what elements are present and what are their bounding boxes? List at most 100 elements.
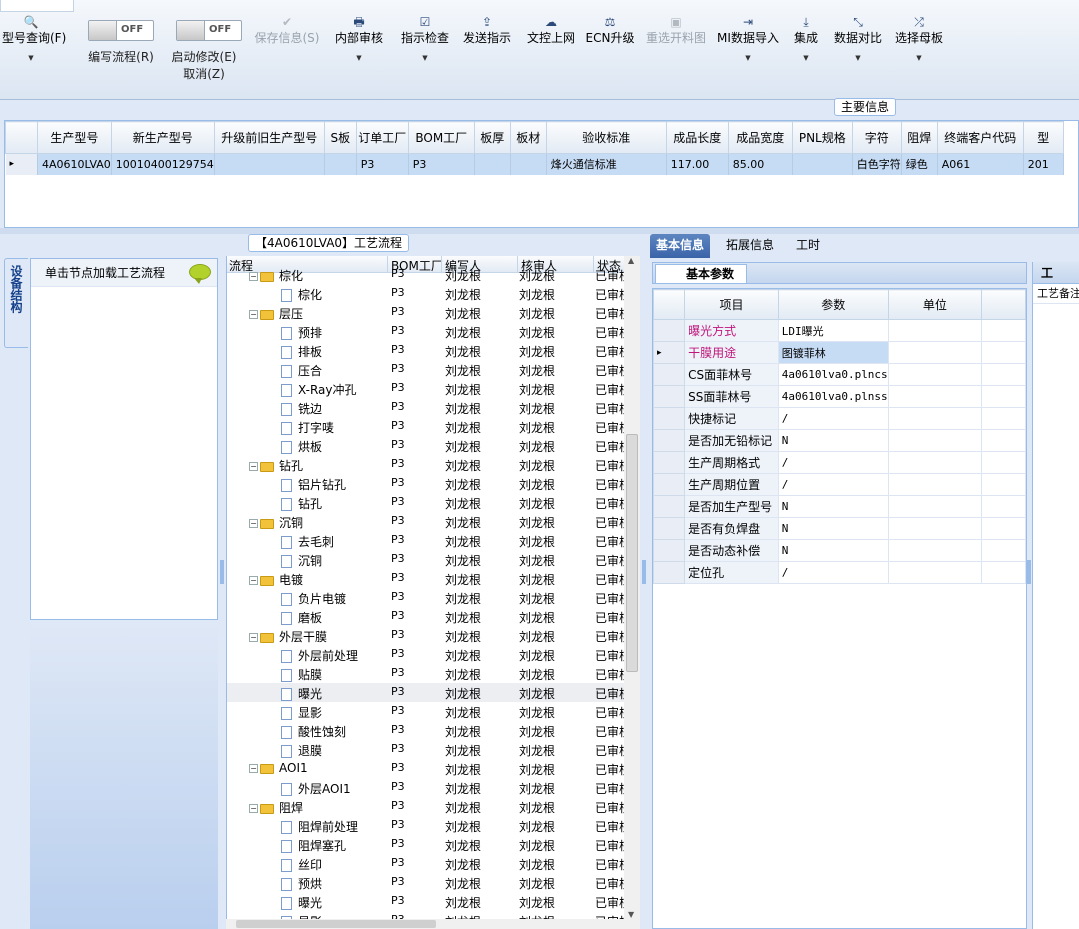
param-value[interactable]: /: [777, 561, 889, 584]
master-cell[interactable]: 绿色: [901, 153, 938, 175]
tree-row[interactable]: 负片电镀 P3 刘龙根 刘龙根 已审核: [227, 588, 624, 607]
instruction-check-button[interactable]: ☑ 指示检查 ▼: [396, 14, 454, 64]
collapse-icon[interactable]: −: [249, 576, 258, 585]
select-master-board-button[interactable]: ⤮ 选择母板 ▼: [891, 14, 947, 64]
tree-row[interactable]: 压合 P3 刘龙根 刘龙根 已审核: [227, 360, 624, 379]
master-col-header[interactable]: 板材: [509, 121, 547, 154]
param-value[interactable]: N: [777, 429, 889, 452]
param-unit[interactable]: [887, 363, 983, 386]
write-flow-toggle[interactable]: OFF: [88, 20, 154, 41]
master-cell[interactable]: 白色字符: [852, 153, 902, 175]
param-col-header[interactable]: 参数: [777, 289, 889, 320]
param-unit[interactable]: [887, 473, 983, 496]
tree-row[interactable]: 排板 P3 刘龙根 刘龙根 已审核: [227, 341, 624, 360]
master-col-header[interactable]: 升级前旧生产型号: [213, 121, 325, 154]
param-col-header[interactable]: 单位: [887, 289, 983, 320]
master-col-header[interactable]: 新生产型号: [110, 121, 215, 154]
tree-row[interactable]: 外层AOI1 P3 刘龙根 刘龙根 已审核: [227, 778, 624, 797]
scroll-down-icon[interactable]: ▼: [628, 910, 634, 919]
tree-row[interactable]: 预排 P3 刘龙根 刘龙根 已审核: [227, 322, 624, 341]
master-cell[interactable]: 4A0610LVA0: [37, 153, 112, 175]
master-cell[interactable]: 117.00: [666, 153, 729, 175]
tree-row[interactable]: 铝片钻孔 P3 刘龙根 刘龙根 已审核: [227, 474, 624, 493]
master-cell[interactable]: P3: [408, 153, 475, 175]
param-unit[interactable]: [887, 407, 983, 430]
param-unit[interactable]: [887, 561, 983, 584]
tree-row[interactable]: 曝光 P3 刘龙根 刘龙根 已审核: [227, 892, 624, 911]
tree-row[interactable]: 铣边 P3 刘龙根 刘龙根 已审核: [227, 398, 624, 417]
param-value[interactable]: N: [777, 539, 889, 562]
param-row[interactable]: 生产周期格式 /: [653, 451, 1026, 474]
param-unit[interactable]: [887, 429, 983, 452]
integration-button[interactable]: ⤓ 集成 ▼: [790, 14, 822, 64]
param-row[interactable]: 快捷标记 /: [653, 407, 1026, 430]
param-unit[interactable]: [887, 341, 983, 364]
param-unit[interactable]: [887, 539, 983, 562]
tree-row[interactable]: 显影P3刘龙根刘龙根已审核: [227, 911, 624, 919]
master-cell[interactable]: [792, 153, 853, 175]
param-value[interactable]: 图镀菲林: [777, 341, 889, 364]
save-info-button[interactable]: ✔ 保存信息(S): [250, 14, 324, 52]
collapse-icon[interactable]: −: [249, 519, 258, 528]
left-collapse-handle[interactable]: [220, 560, 224, 584]
param-unit[interactable]: [887, 385, 983, 408]
mi-data-import-button[interactable]: ⇥ MI数据导入 ▼: [715, 14, 781, 64]
data-compare-button[interactable]: ⤡ 数据对比 ▼: [830, 14, 886, 64]
param-value[interactable]: 4a0610lva0.plnss: [777, 385, 889, 408]
param-unit[interactable]: [887, 495, 983, 518]
tree-row[interactable]: 棕化 P3 刘龙根 刘龙根 已审核: [227, 284, 624, 303]
master-col-header[interactable]: 生产型号: [37, 121, 112, 154]
param-row[interactable]: 曝光方式 LDI曝光: [653, 319, 1026, 342]
param-value[interactable]: /: [777, 473, 889, 496]
master-col-header[interactable]: 成品宽度: [727, 121, 793, 154]
param-unit[interactable]: [887, 451, 983, 474]
param-unit[interactable]: [887, 517, 983, 540]
collapse-icon[interactable]: −: [249, 804, 258, 813]
tree-row[interactable]: 去毛刺 P3 刘龙根 刘龙根 已审核: [227, 531, 624, 550]
ecn-upgrade-button[interactable]: ⚖ ECN升级: [584, 14, 636, 52]
device-structure-tab[interactable]: 设备结构: [4, 258, 28, 348]
collapse-icon[interactable]: −: [249, 462, 258, 471]
tree-row[interactable]: 阻焊塞孔 P3 刘龙根 刘龙根 已审核: [227, 835, 624, 854]
tree-row[interactable]: 磨板 P3 刘龙根 刘龙根 已审核: [227, 607, 624, 626]
tree-horizontal-scrollbar[interactable]: [226, 919, 640, 929]
tree-row[interactable]: − 层压 P3 刘龙根 刘龙根 已审核: [227, 303, 624, 322]
tree-row[interactable]: 曝光 P3 刘龙根 刘龙根 已审核: [227, 683, 624, 702]
collapse-icon[interactable]: −: [249, 310, 258, 319]
param-row[interactable]: CS面菲林号 4a0610lva0.plncs: [653, 363, 1026, 386]
tree-row[interactable]: − 沉铜 P3 刘龙根 刘龙根 已审核: [227, 512, 624, 531]
param-value[interactable]: N: [777, 517, 889, 540]
collapse-icon[interactable]: −: [249, 633, 258, 642]
master-cell[interactable]: [510, 153, 547, 175]
master-col-header[interactable]: PNL规格: [791, 121, 853, 154]
master-col-header[interactable]: 订单工厂: [355, 121, 409, 154]
param-row[interactable]: 是否加生产型号 N: [653, 495, 1026, 518]
tree-row[interactable]: 预烘 P3 刘龙根 刘龙根 已审核: [227, 873, 624, 892]
master-col-header[interactable]: 字符: [851, 121, 902, 154]
param-col-header[interactable]: 项目: [684, 289, 779, 320]
param-row[interactable]: 是否动态补偿 N: [653, 539, 1026, 562]
param-value[interactable]: /: [777, 407, 889, 430]
tab-extended-info[interactable]: 拓展信息: [720, 234, 780, 258]
param-row[interactable]: 生产周期位置 /: [653, 473, 1026, 496]
tree-row[interactable]: 打字唛 P3 刘龙根 刘龙根 已审核: [227, 417, 624, 436]
right-collapse-handle[interactable]: [1027, 560, 1031, 584]
tree-row[interactable]: − 电镀 P3 刘龙根 刘龙根 已审核: [227, 569, 624, 588]
master-cell[interactable]: 201: [1023, 153, 1064, 175]
master-col-header[interactable]: S板: [323, 121, 357, 154]
tree-row[interactable]: 钻孔 P3 刘龙根 刘龙根 已审核: [227, 493, 624, 512]
param-value[interactable]: LDI曝光: [777, 319, 889, 342]
collapse-icon[interactable]: −: [249, 272, 258, 281]
tree-row[interactable]: 显影P3刘龙根刘龙根已审核: [227, 702, 624, 721]
param-unit[interactable]: [887, 319, 983, 342]
master-cell[interactable]: 10010400129754: [111, 153, 215, 175]
tree-row[interactable]: 烘板 P3 刘龙根 刘龙根 已审核: [227, 436, 624, 455]
tab-work-hours[interactable]: 工时: [790, 234, 826, 258]
tree-row[interactable]: 酸性蚀刻 P3 刘龙根 刘龙根 已审核: [227, 721, 624, 740]
tree-row[interactable]: − AOI1 P3 刘龙根 刘龙根 已审核: [227, 759, 624, 778]
internal-review-button[interactable]: 🖶 内部审核 ▼: [330, 14, 388, 64]
param-row[interactable]: ▸ 干膜用途 图镀菲林: [653, 341, 1026, 364]
master-col-header[interactable]: 验收标准: [545, 121, 667, 154]
comment-icon[interactable]: [189, 264, 211, 284]
master-col-header[interactable]: 型: [1022, 121, 1064, 154]
